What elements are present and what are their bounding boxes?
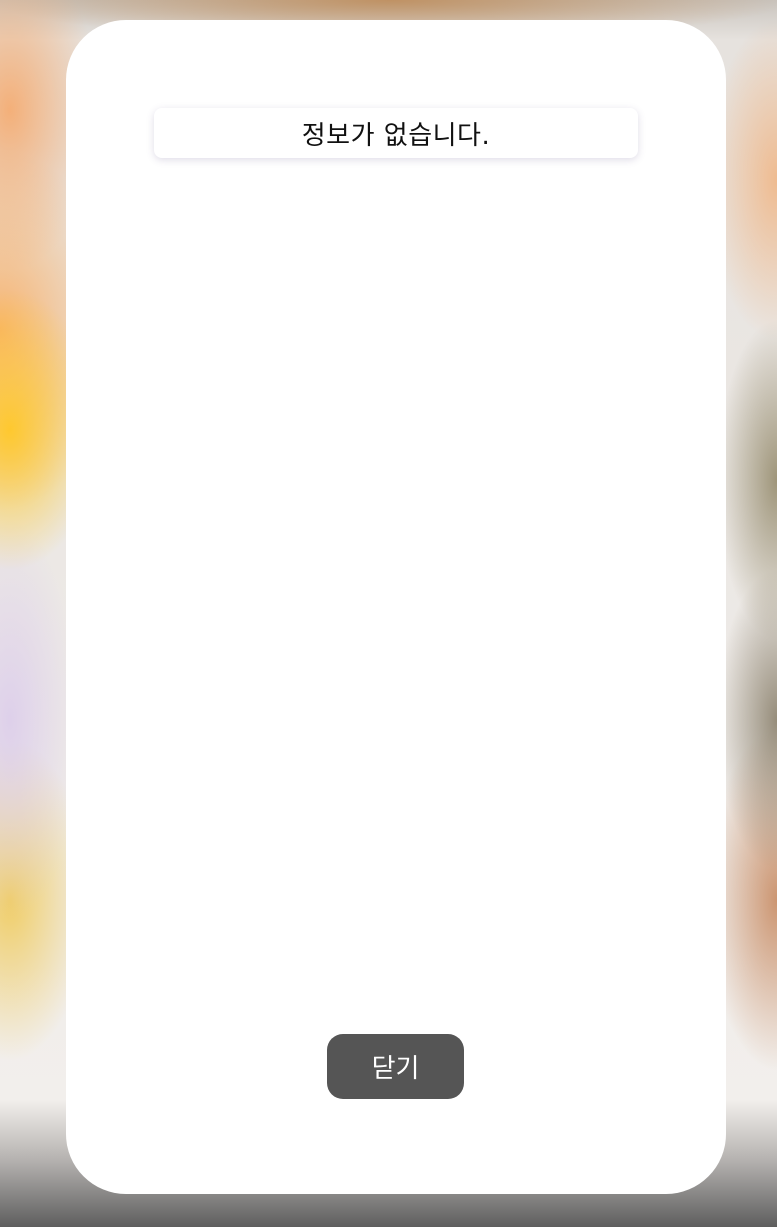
close-button[interactable]: 닫기 — [327, 1034, 464, 1099]
message-box: 정보가 없습니다. — [154, 108, 638, 158]
no-info-message: 정보가 없습니다. — [301, 120, 491, 151]
info-dialog: 정보가 없습니다. 닫기 — [66, 20, 726, 1194]
